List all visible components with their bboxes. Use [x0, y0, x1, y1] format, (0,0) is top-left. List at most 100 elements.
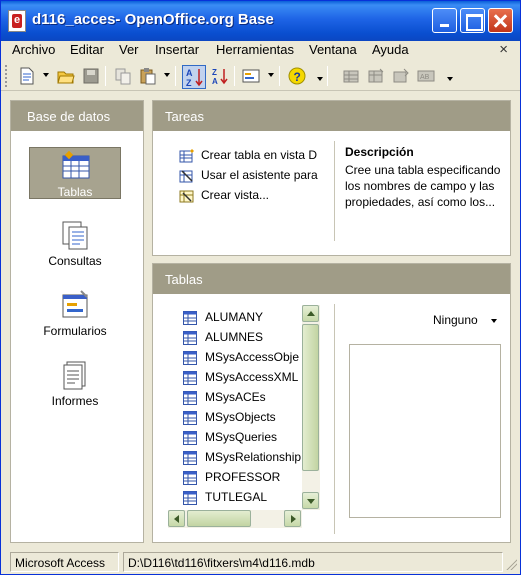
save-icon[interactable] — [82, 67, 100, 85]
new-document-icon[interactable] — [18, 67, 36, 85]
menu-herramientas[interactable]: Herramientas — [216, 42, 294, 57]
scroll-right-button[interactable] — [284, 510, 301, 527]
toolbar-grip[interactable] — [5, 65, 8, 87]
chevron-right-icon — [291, 515, 296, 523]
table-icon — [183, 491, 197, 505]
title-bar[interactable]: d116_acces- OpenOffice.org Base — [1, 1, 520, 41]
toolbar-overflow-icon[interactable] — [447, 77, 453, 81]
tables-list: ALUMANY ALUMNES MSysAccessObje MSysAcces… — [169, 304, 319, 542]
tables-panel: Tablas ALUMANY ALUMNES MSysAccessObje MS… — [152, 263, 511, 543]
status-database-path: D:\D116\td116\fitxers\m4\d116.mdb — [123, 552, 503, 572]
maximize-button[interactable] — [460, 8, 485, 33]
horizontal-scroll-thumb[interactable] — [187, 510, 251, 527]
description-title: Descripción — [345, 145, 414, 159]
table-edit-icon[interactable] — [342, 67, 360, 85]
menu-ventana[interactable]: Ventana — [309, 42, 357, 57]
menu-insertar[interactable]: Insertar — [155, 42, 199, 57]
paste-icon[interactable] — [139, 67, 157, 85]
task-label: Usar el asistente para — [201, 168, 318, 182]
table-item-msysaccessobjects[interactable]: MSysAccessObje — [183, 348, 317, 368]
form-icon[interactable] — [242, 67, 260, 85]
task-create-table-design[interactable]: Crear tabla en vista D — [179, 147, 325, 165]
table-item-msysaccessxml[interactable]: MSysAccessXML — [183, 368, 317, 388]
table-item-msysqueries[interactable]: MSysQueries — [183, 428, 317, 448]
toolbar-separator — [105, 66, 106, 86]
table-wizard-icon — [179, 168, 195, 184]
table-preview-area — [349, 344, 501, 518]
table-item-alumany[interactable]: ALUMANY — [183, 308, 317, 328]
nav-informes-label: Informes — [51, 394, 99, 408]
chevron-down-icon[interactable] — [491, 319, 497, 323]
table-item-tutlegal[interactable]: TUTLEGAL — [183, 488, 317, 508]
vertical-scroll-thumb[interactable] — [302, 324, 319, 471]
table-name: MSysAccessXML — [205, 370, 299, 384]
close-window-button[interactable] — [488, 8, 513, 33]
table-name: MSysQueries — [205, 430, 278, 444]
tasks-divider — [334, 141, 335, 241]
table-item-msysobjects[interactable]: MSysObjects — [183, 408, 317, 428]
close-document-button[interactable]: × — [499, 41, 508, 58]
menu-archivo[interactable]: Archivo — [12, 42, 55, 57]
tables-horizontal-scrollbar[interactable] — [168, 510, 302, 528]
open-folder-icon[interactable] — [57, 67, 75, 85]
tasks-panel-header: Tareas — [153, 101, 510, 131]
preview-mode-select[interactable]: Ninguno — [433, 313, 478, 327]
database-panel-header: Base de datos — [11, 101, 143, 131]
nav-informes[interactable]: Informes — [29, 357, 121, 409]
database-panel: Base de datos Tablas Consultas Formulari… — [10, 100, 144, 543]
table-item-msysrelationships[interactable]: MSysRelationship — [183, 448, 317, 468]
table-item-msysaces[interactable]: MSysACEs — [183, 388, 317, 408]
menu-ver[interactable]: Ver — [119, 42, 139, 57]
table-name: MSysObjects — [205, 410, 276, 424]
scroll-down-button[interactable] — [302, 492, 319, 509]
menu-ayuda[interactable]: Ayuda — [372, 42, 409, 57]
task-create-view[interactable]: Crear vista... — [179, 187, 325, 205]
toolbar-separator — [327, 66, 328, 86]
window-title: d116_acces- OpenOffice.org Base — [32, 11, 274, 28]
table-name: MSysAccessObje — [205, 350, 300, 364]
nav-consultas[interactable]: Consultas — [29, 217, 121, 269]
table-item-alumnes[interactable]: ALUMNES — [183, 328, 317, 348]
description-text: Cree una tabla especificando los nombres… — [345, 163, 501, 209]
tables-vertical-scrollbar[interactable] — [302, 305, 320, 510]
svg-text:Z: Z — [186, 78, 192, 88]
table-item-professor[interactable]: PROFESSOR — [183, 468, 317, 488]
scroll-left-button[interactable] — [168, 510, 185, 527]
chevron-left-icon — [174, 515, 179, 523]
sort-descending-icon[interactable]: ZA — [211, 67, 229, 86]
toolbar-separator — [234, 66, 235, 86]
table-name: ALUMANY — [205, 310, 264, 324]
nav-consultas-label: Consultas — [48, 254, 102, 268]
table-icon — [183, 411, 197, 425]
create-view-icon — [179, 188, 195, 204]
toolbar-separator — [279, 66, 280, 86]
table-name: TUTLEGAL — [205, 490, 268, 504]
nav-formularios[interactable]: Formularios — [29, 287, 121, 339]
chevron-up-icon — [307, 311, 315, 316]
query-icon[interactable] — [392, 67, 410, 85]
scroll-up-button[interactable] — [302, 305, 319, 322]
table-icon — [183, 451, 197, 465]
menu-editar[interactable]: Editar — [70, 42, 104, 57]
task-table-wizard[interactable]: Usar el asistente para — [179, 167, 325, 185]
sort-ascending-button[interactable]: AZ — [182, 65, 206, 89]
openoffice-base-icon[interactable] — [8, 10, 26, 32]
chevron-down-icon — [307, 499, 315, 504]
svg-text:?: ? — [294, 70, 301, 84]
svg-text:AB: AB — [420, 74, 430, 81]
toolbar-overflow-icon[interactable] — [317, 77, 323, 81]
menu-bar: Archivo Editar Ver Insertar Herramientas… — [1, 41, 520, 61]
report-icon — [59, 359, 91, 391]
table-new-icon[interactable] — [367, 67, 385, 85]
minimize-button[interactable] — [432, 8, 457, 33]
paste-dropdown-icon[interactable] — [164, 73, 170, 77]
new-dropdown-icon[interactable] — [43, 73, 49, 77]
help-icon[interactable]: ? — [288, 67, 306, 85]
form-dropdown-icon[interactable] — [268, 73, 274, 77]
create-table-design-icon — [179, 148, 195, 164]
nav-tablas[interactable]: Tablas — [29, 147, 121, 199]
application-window: d116_acces- OpenOffice.org Base Archivo … — [0, 0, 521, 575]
copy-icon[interactable] — [114, 67, 132, 85]
resize-grip[interactable] — [505, 558, 517, 570]
report-icon[interactable]: AB — [417, 67, 435, 85]
